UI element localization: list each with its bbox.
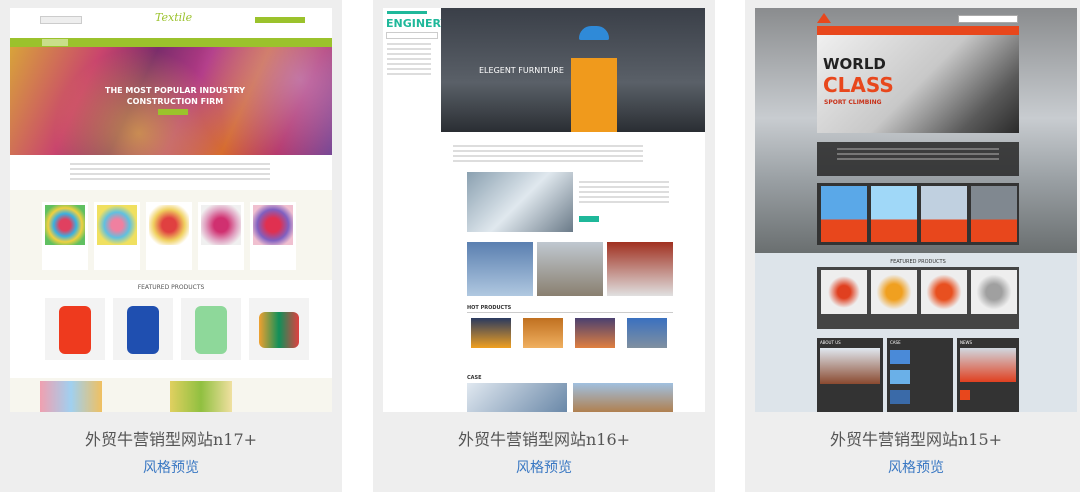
hot-product	[523, 318, 563, 348]
template-thumbnail[interactable]: Textile THE MOST POPULAR INDUSTRY CONSTR…	[10, 8, 332, 412]
style-preview-link[interactable]: 风格预览	[0, 457, 342, 477]
about-text	[579, 178, 669, 206]
search-input	[40, 16, 82, 24]
hero-title: THE MOST POPULAR INDUSTRY CONSTRUCTION F…	[105, 86, 245, 106]
helmet	[579, 26, 609, 40]
case-image	[573, 383, 673, 412]
gallery-image	[537, 242, 603, 296]
case-title: CASE	[890, 340, 901, 345]
news-column: NEWS	[957, 338, 1019, 412]
hero-title-world: WORLD	[823, 55, 886, 73]
intro-text	[453, 142, 643, 165]
hero-title-class: CLASS	[823, 73, 894, 97]
search-input	[958, 15, 1018, 23]
gallery-image	[607, 242, 673, 296]
featured-product	[249, 298, 309, 360]
template-caption: 外贸牛营销型网站n17+	[84, 430, 258, 449]
intro-text	[70, 160, 270, 183]
hot-product	[627, 318, 667, 348]
section-title: FEATURED PRODUCTS	[137, 284, 205, 291]
hero-button	[158, 109, 188, 115]
product-card	[146, 202, 192, 270]
nav-home-tab	[42, 39, 68, 46]
about-title: ABOUT US	[820, 340, 841, 345]
section-title: FEATURED PRODUCTS	[890, 259, 946, 265]
hot-product	[471, 318, 511, 348]
feature-tiles	[817, 183, 1019, 245]
gallery-image	[467, 242, 533, 296]
hero-title: ELEGENT FURNITURE	[479, 66, 564, 75]
featured-product	[113, 298, 173, 360]
style-preview-link[interactable]: 风格预览	[745, 457, 1080, 477]
hero-banner: THE MOST POPULAR INDUSTRY CONSTRUCTION F…	[10, 47, 332, 155]
worker-vest	[571, 58, 617, 132]
template-card-n16[interactable]: ENGINERY ELEGENT FURNITURE HOT PRODUCTS …	[373, 0, 715, 492]
featured-product	[181, 298, 241, 360]
site-header: Textile	[10, 8, 332, 38]
site-logo: ENGINERY	[386, 17, 449, 30]
about-column: ABOUT US	[817, 338, 883, 412]
template-card-n15[interactable]: WORLD CLASS SPORT CLIMBING FEATURED PROD…	[745, 0, 1080, 492]
case-image	[467, 383, 567, 412]
search-input	[386, 32, 438, 39]
about-image	[467, 172, 573, 232]
more-button	[579, 216, 599, 222]
hot-product	[575, 318, 615, 348]
product-card	[198, 202, 244, 270]
news-title: NEWS	[960, 340, 973, 345]
template-card-n17[interactable]: Textile THE MOST POPULAR INDUSTRY CONSTR…	[0, 0, 342, 492]
site-sidebar: ENGINERY	[383, 8, 448, 132]
hero-banner: ELEGENT FURNITURE	[441, 8, 705, 132]
hero-banner: WORLD CLASS SPORT CLIMBING	[817, 35, 1019, 133]
nav-bar	[10, 38, 332, 47]
product-card	[94, 202, 140, 270]
style-preview-link[interactable]: 风格预览	[373, 457, 715, 477]
template-thumbnail[interactable]: ENGINERY ELEGENT FURNITURE HOT PRODUCTS …	[383, 8, 705, 412]
product-strip	[10, 190, 332, 280]
template-thumbnail[interactable]: WORLD CLASS SPORT CLIMBING FEATURED PROD…	[755, 8, 1077, 412]
product-row	[817, 267, 1019, 329]
case-title: CASE	[467, 375, 482, 381]
template-caption: 外贸牛营销型网站n15+	[829, 430, 1003, 449]
product-card	[250, 202, 296, 270]
bottom-section	[10, 378, 332, 412]
featured-product	[45, 298, 105, 360]
product-card	[42, 202, 88, 270]
section-title: HOT PRODUCTS	[467, 305, 512, 311]
template-caption: 外贸牛营销型网站n16+	[457, 430, 631, 449]
site-logo: Textile	[155, 11, 193, 24]
social-icons	[255, 17, 305, 23]
nav-bar	[817, 26, 1019, 35]
hero-subtitle: SPORT CLIMBING	[824, 99, 882, 106]
case-column: CASE	[887, 338, 953, 412]
sidebar-menu	[387, 40, 431, 78]
intro-box	[817, 142, 1019, 176]
